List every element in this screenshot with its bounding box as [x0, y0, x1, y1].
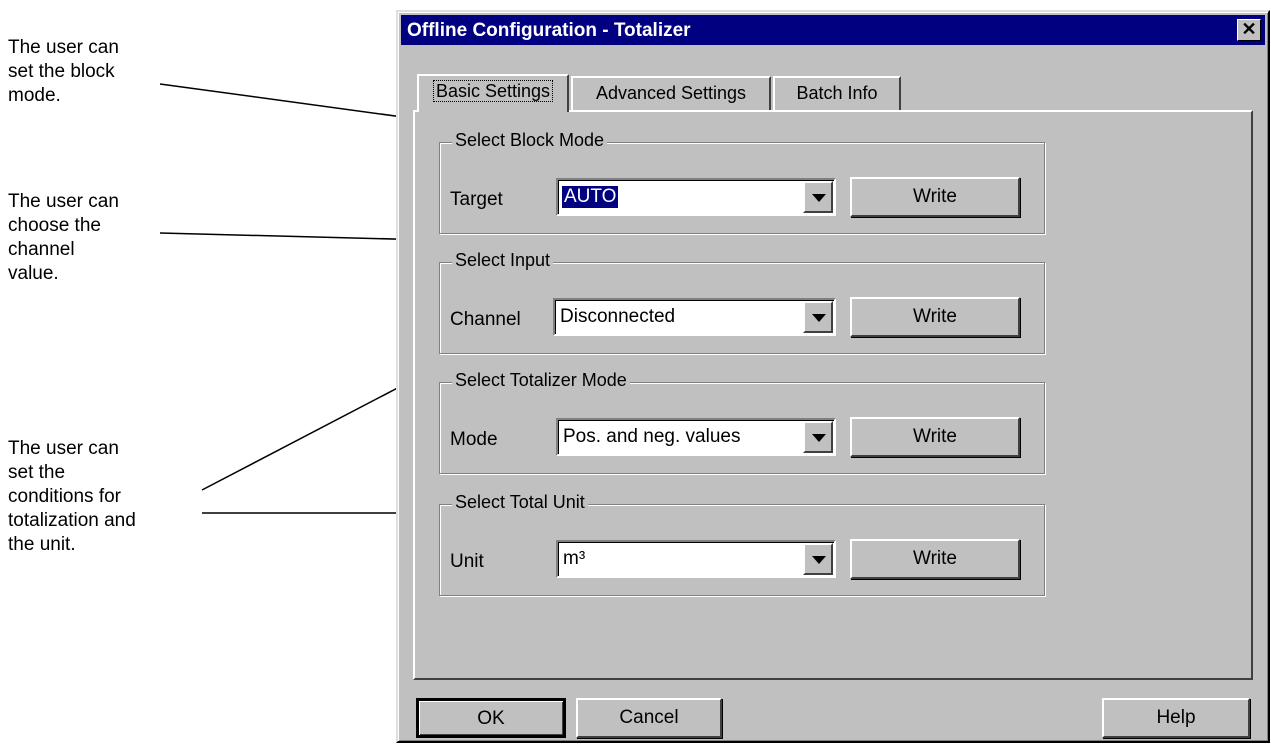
- annotation-line: set the block: [8, 61, 115, 82]
- annotation-line: The user can: [8, 191, 119, 212]
- annotation-line: mode.: [8, 85, 61, 106]
- group-title: Select Totalizer Mode: [452, 370, 630, 391]
- window-title: Offline Configuration - Totalizer: [407, 20, 691, 41]
- group-select-block-mode: Select Block Mode Target AUTO Write: [439, 130, 1045, 234]
- leader-line-channel: [159, 232, 433, 241]
- ok-button[interactable]: OK: [416, 698, 566, 738]
- annotation-line: The user can: [8, 438, 119, 459]
- write-total-unit-button[interactable]: Write: [850, 539, 1020, 579]
- target-select[interactable]: AUTO: [556, 178, 836, 216]
- mode-value: Pos. and neg. values: [563, 426, 741, 447]
- tab-batch-info[interactable]: Batch Info: [773, 76, 901, 110]
- cancel-button[interactable]: Cancel: [576, 698, 722, 738]
- target-label: Target: [450, 189, 503, 210]
- unit-value: m³: [563, 548, 586, 569]
- channel-label: Channel: [450, 309, 521, 330]
- mode-label: Mode: [450, 429, 498, 450]
- annotation-block-mode: The user can set the block mode.: [8, 36, 119, 108]
- close-icon: ✕: [1241, 19, 1257, 39]
- mode-select[interactable]: Pos. and neg. values: [556, 418, 836, 456]
- unit-label: Unit: [450, 551, 484, 572]
- annotation-totalizer: The user can set the conditions for tota…: [8, 437, 136, 557]
- annotation-line: The user can: [8, 37, 119, 58]
- write-input-button[interactable]: Write: [850, 297, 1020, 337]
- annotation-line: the unit.: [8, 534, 76, 555]
- dropdown-arrow-icon[interactable]: [803, 421, 833, 453]
- annotation-line: value.: [8, 263, 59, 284]
- target-value: AUTO: [560, 185, 620, 209]
- write-totalizer-mode-button[interactable]: Write: [850, 417, 1020, 457]
- group-select-totalizer-mode: Select Totalizer Mode Mode Pos. and neg.…: [439, 370, 1045, 474]
- unit-select[interactable]: m³: [556, 540, 836, 578]
- tab-label: Batch Info: [796, 83, 878, 103]
- leader-line-block-mode: [159, 83, 433, 122]
- tab-basic-settings[interactable]: Basic Settings: [417, 74, 569, 112]
- channel-select[interactable]: Disconnected: [553, 298, 836, 336]
- annotation-line: channel: [8, 239, 75, 260]
- annotation-line: totalization and: [8, 510, 136, 531]
- tab-label: Basic Settings: [432, 80, 554, 102]
- dropdown-arrow-icon[interactable]: [803, 181, 833, 213]
- group-title: Select Block Mode: [452, 130, 608, 151]
- tab-panel-basic-settings: Select Block Mode Target AUTO Write Sele…: [413, 110, 1253, 680]
- group-select-input: Select Input Channel Disconnected Write: [439, 250, 1045, 354]
- help-button[interactable]: Help: [1102, 698, 1250, 738]
- write-block-mode-button[interactable]: Write: [850, 177, 1020, 217]
- tab-label: Advanced Settings: [595, 83, 747, 103]
- title-bar[interactable]: Offline Configuration - Totalizer ✕: [401, 15, 1265, 45]
- group-title: Select Total Unit: [452, 492, 588, 513]
- annotation-line: choose the: [8, 215, 101, 236]
- dropdown-arrow-icon[interactable]: [803, 543, 833, 575]
- dialog-window: Offline Configuration - Totalizer ✕ Basi…: [396, 10, 1270, 743]
- group-title: Select Input: [452, 250, 554, 271]
- close-button[interactable]: ✕: [1237, 19, 1261, 41]
- group-select-total-unit: Select Total Unit Unit m³ Write: [439, 492, 1045, 596]
- tab-advanced-settings[interactable]: Advanced Settings: [571, 76, 771, 110]
- annotation-line: set the: [8, 462, 66, 483]
- channel-value: Disconnected: [560, 306, 676, 327]
- annotation-channel: The user can choose the channel value.: [8, 190, 119, 286]
- annotation-line: conditions for: [8, 486, 122, 507]
- dropdown-arrow-icon[interactable]: [803, 301, 833, 333]
